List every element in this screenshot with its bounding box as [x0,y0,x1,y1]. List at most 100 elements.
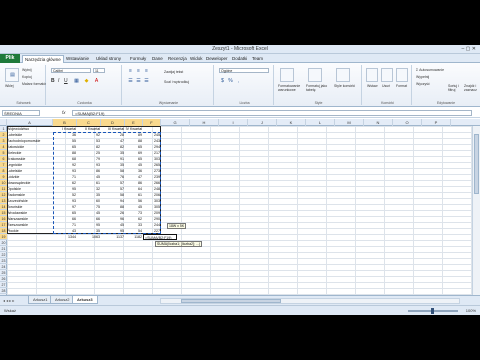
format-as-table-button[interactable] [308,68,322,82]
column-header[interactable]: O [393,119,422,126]
zoom-level[interactable]: 100% [466,308,476,313]
column-header[interactable]: D [101,119,125,126]
wrap-text-button[interactable]: Zawijaj tekst [164,70,183,74]
sheet-nav-arrows[interactable]: ◂ ◂ ▸ ▸ [3,298,14,303]
tab-insert[interactable]: Wstawianie [64,55,91,63]
borders-icon[interactable]: ▦ [74,79,79,84]
sheet-tab[interactable]: Arkusz1 [28,296,53,304]
underline-button[interactable]: U [64,78,68,84]
status-bar: Wskaż 100% [0,305,480,315]
format-painter-button[interactable]: Malarz formatów [22,82,46,86]
font-color-icon[interactable]: A [94,79,99,84]
paste-icon: ▤ [10,72,15,78]
tab-file[interactable]: Plik [0,54,20,63]
insert-cells-button[interactable] [366,68,378,82]
bold-button[interactable]: B [51,78,55,84]
conditional-format-label: Formatowanie warunkowe [278,84,301,92]
fill-color-icon[interactable]: ◆ [84,79,89,84]
group-label: Schowek [16,101,31,105]
select-all-corner[interactable] [0,119,7,126]
currency-icon[interactable]: $ [220,79,225,84]
cell-styles-button[interactable] [336,68,350,82]
copy-button[interactable]: Kopiuj [22,75,32,79]
column-header[interactable]: B [53,119,77,126]
autosum-button[interactable]: Σ Autosumowanie [416,68,444,72]
group-editing: Σ Autosumowanie Wypełnij Wyczyść Sortuj … [414,65,478,105]
column-header[interactable]: H [190,119,219,126]
align-left-icon[interactable]: ☰ [128,79,133,84]
column-header[interactable]: K [277,119,306,126]
tab-home[interactable]: Narzędzia główne [22,55,64,63]
italic-button[interactable]: I [58,78,59,84]
align-top-icon[interactable]: ≡ [128,69,133,74]
column-header[interactable]: N [364,119,393,126]
column-total-cell[interactable]: 1344 [53,234,77,240]
sheet-tab[interactable]: Arkusz2 [50,296,75,304]
cell-area[interactable]: Województwo I Kwartał II Kwartał III Kwarta… [7,126,480,295]
group-label: Czcionka [77,101,92,105]
tab-developer[interactable]: Deweloper [204,55,230,63]
column-header[interactable]: M [335,119,364,126]
sheet-tab-active[interactable]: Arkusz3 [72,296,98,304]
align-middle-icon[interactable]: ≡ [136,69,141,74]
vertical-scrollbar[interactable] [472,126,480,295]
worksheet-grid[interactable]: A B C D E F G H I J K L M N O P 12345678… [0,119,480,295]
window-title: Zeszyt1 - Microsoft Excel [212,46,268,52]
number-format-select[interactable]: Ogólne [219,68,269,73]
horizontal-scrollbar[interactable] [160,298,460,304]
window-controls[interactable]: ‒ ▢ ✕ [462,46,476,52]
clear-button[interactable]: Wyczyść [416,82,430,86]
tab-addins[interactable]: Dodatki [230,55,249,63]
conditional-format-button[interactable] [280,68,294,82]
name-box[interactable]: ŚREDNIA [2,110,40,116]
vertical-scroll-thumb[interactable] [474,134,479,194]
column-header[interactable]: A [7,119,53,126]
merge-center-button[interactable]: Scal i wyśrodkuj [164,80,189,84]
comma-icon[interactable]: ‚ [236,79,241,84]
delete-cells-button[interactable] [381,68,393,82]
group-label: Edytowanie [436,101,456,105]
function-syntax-tooltip: SUMA(liczba1; [liczba2]; ...) [155,241,202,247]
tab-team[interactable]: Team [250,55,265,63]
find-select-button[interactable]: Znajdź i zaznacz [464,84,478,92]
column-header[interactable]: F [143,119,161,126]
zoom-slider-knob[interactable] [431,308,434,314]
column-header[interactable]: J [248,119,277,126]
column-header[interactable]: L [306,119,335,126]
tab-review[interactable]: Recenzja [166,55,189,63]
insert-function-icon[interactable]: fx [62,110,66,115]
tab-data[interactable]: Dane [150,55,165,63]
column-header[interactable]: I [219,119,248,126]
percent-icon[interactable]: % [228,79,233,84]
formula-input[interactable]: =SUMA(B2:F19) [72,110,472,116]
tab-view[interactable]: Widok [188,55,205,63]
fill-button[interactable]: Wypełnij [416,75,429,79]
font-size-select[interactable]: 11 [93,68,105,73]
sort-filter-button[interactable]: Sortuj i filtruj [448,84,464,92]
column-total-cell[interactable]: 1182 [125,234,143,240]
formula-bar: ŚREDNIA fx =SUMA(B2:F19) [0,108,480,118]
cut-button[interactable]: Wytnij [22,68,32,72]
column-total-cell[interactable]: 1063 [77,234,101,240]
group-cells: Wstaw Usuń Format Komórki [364,65,412,105]
align-center-icon[interactable]: ☰ [136,79,141,84]
row-header[interactable]: 28 [0,288,7,294]
column-header[interactable]: E [125,119,143,126]
column-total-cell[interactable]: 1137 [101,234,125,240]
tab-page-layout[interactable]: Układ strony [94,55,123,63]
format-cells-button[interactable] [396,68,408,82]
align-bottom-icon[interactable]: ≡ [144,69,149,74]
group-label: Wyrównanie [158,101,179,105]
tab-formulas[interactable]: Formuły [128,55,148,63]
paste-label: Wklej [5,84,14,88]
column-header[interactable]: G [161,119,190,126]
align-right-icon[interactable]: ☰ [144,79,149,84]
column-header[interactable]: P [422,119,451,126]
horizontal-scroll-thumb[interactable] [181,299,281,303]
column-header[interactable]: C [77,119,101,126]
font-name-select[interactable]: Calibri [51,68,91,73]
delete-label: Usuń [382,84,391,88]
paste-button[interactable]: ▤ [5,68,19,82]
table-cell[interactable]: Płockie [7,228,53,234]
active-cell-editor[interactable]: =SUMA(B2:F19) [143,234,177,240]
